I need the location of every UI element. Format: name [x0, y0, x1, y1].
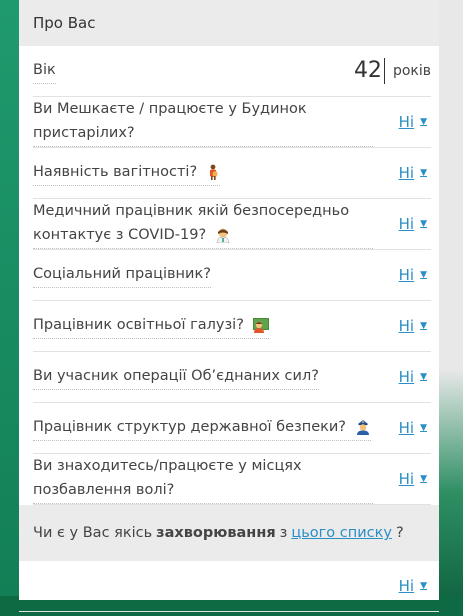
diseases-question: Чи є у Вас якісь захворювання з цього сп…	[19, 505, 439, 561]
age-label: Вік	[33, 58, 56, 84]
chevron-down-icon: ▼	[420, 423, 427, 433]
answer-dropdown[interactable]: Ні ▼	[399, 470, 431, 488]
question-label: Ви учасник операції Об’єднаних сил?	[33, 364, 319, 390]
diseases-answer-row: Ні ▼	[19, 561, 439, 612]
answer-value: Ні	[398, 215, 415, 233]
form-rows: Вік 42 років Ви Мешкаєте / працюєте у Бу…	[19, 46, 439, 505]
age-field[interactable]: 42 років	[354, 58, 431, 84]
answer-dropdown[interactable]: Ні ▼	[399, 266, 431, 284]
question-row-medical-worker: Медичний працівник якій безпосередньо ко…	[33, 199, 431, 250]
chevron-down-icon: ▼	[420, 117, 427, 127]
age-row: Вік 42 років	[33, 46, 431, 97]
diseases-suffix: ?	[395, 525, 404, 541]
chevron-down-icon: ▼	[420, 372, 427, 382]
answer-value: Ні	[398, 164, 415, 182]
question-label: Соціальний працівник?	[33, 262, 211, 288]
age-input[interactable]: 42	[354, 58, 385, 84]
answer-value: Ні	[398, 317, 415, 335]
answer-value: Ні	[398, 577, 415, 595]
diseases-prefix: Чи є у Вас якісь	[33, 525, 153, 541]
section-title: Про Вас	[19, 0, 439, 46]
answer-dropdown[interactable]: Ні ▼	[399, 215, 431, 233]
question-text: Працівник структур державної безпеки?	[33, 419, 346, 435]
teacher-icon	[252, 318, 269, 333]
question-row-detention: Ви знаходитесь/працюєте у місцях позбавл…	[33, 454, 431, 505]
question-label: Ви знаходитесь/працюєте у місцях позбавл…	[33, 454, 373, 504]
chevron-down-icon: ▼	[420, 270, 427, 280]
question-label: Працівник структур державної безпеки?	[33, 415, 371, 441]
diseases-list-link[interactable]: цього списку	[291, 525, 392, 541]
answer-value: Ні	[398, 419, 415, 437]
answer-value: Ні	[398, 368, 415, 386]
question-label: Наявність вагітності?	[33, 160, 220, 186]
question-row-social-worker: Соціальний працівник? Ні ▼	[33, 250, 431, 301]
pregnant-woman-icon	[209, 164, 218, 180]
question-label: Працівник освітньої галузі?	[33, 313, 269, 339]
chevron-down-icon: ▼	[420, 581, 427, 591]
question-row-education-worker: Працівник освітньої галузі? Ні ▼	[33, 301, 431, 352]
answer-dropdown[interactable]: Ні ▼	[399, 419, 431, 437]
question-row-nursing-home: Ви Мешкаєте / працюєте у Будинок пристар…	[33, 97, 431, 148]
question-text: Наявність вагітності?	[33, 164, 198, 180]
diseases-bold-text: захворювання	[156, 525, 276, 541]
answer-dropdown[interactable]: Ні ▼	[399, 368, 431, 386]
question-text: Працівник освітньої галузі?	[33, 317, 244, 333]
health-worker-icon	[216, 228, 230, 243]
about-you-card: Про Вас Вік 42 років Ви Мешкаєте / працю…	[19, 0, 439, 612]
question-label: Ви Мешкаєте / працюєте у Будинок пристар…	[33, 97, 373, 147]
chevron-down-icon: ▼	[420, 474, 427, 484]
question-row-joint-forces: Ви учасник операції Об’єднаних сил? Ні ▼	[33, 352, 431, 403]
background-right	[439, 0, 463, 616]
question-text: Медичний працівник якій безпосередньо ко…	[33, 203, 350, 243]
question-row-state-security: Працівник структур державної безпеки? Ні…	[33, 403, 431, 454]
police-officer-icon	[356, 420, 369, 435]
chevron-down-icon: ▼	[420, 219, 427, 229]
question-row-pregnancy: Наявність вагітності? Ні ▼	[33, 148, 431, 199]
age-unit: років	[392, 63, 431, 79]
background-left	[0, 0, 20, 616]
answer-dropdown[interactable]: Ні ▼	[399, 164, 431, 182]
diseases-answer-dropdown[interactable]: Ні ▼	[399, 577, 427, 595]
answer-value: Ні	[398, 266, 415, 284]
chevron-down-icon: ▼	[420, 168, 427, 178]
question-label: Медичний працівник якій безпосередньо ко…	[33, 199, 373, 249]
answer-dropdown[interactable]: Ні ▼	[399, 317, 431, 335]
answer-value: Ні	[398, 470, 415, 488]
diseases-middle-text: з	[279, 525, 288, 541]
chevron-down-icon: ▼	[420, 321, 427, 331]
answer-value: Ні	[398, 113, 415, 131]
answer-dropdown[interactable]: Ні ▼	[399, 113, 431, 131]
